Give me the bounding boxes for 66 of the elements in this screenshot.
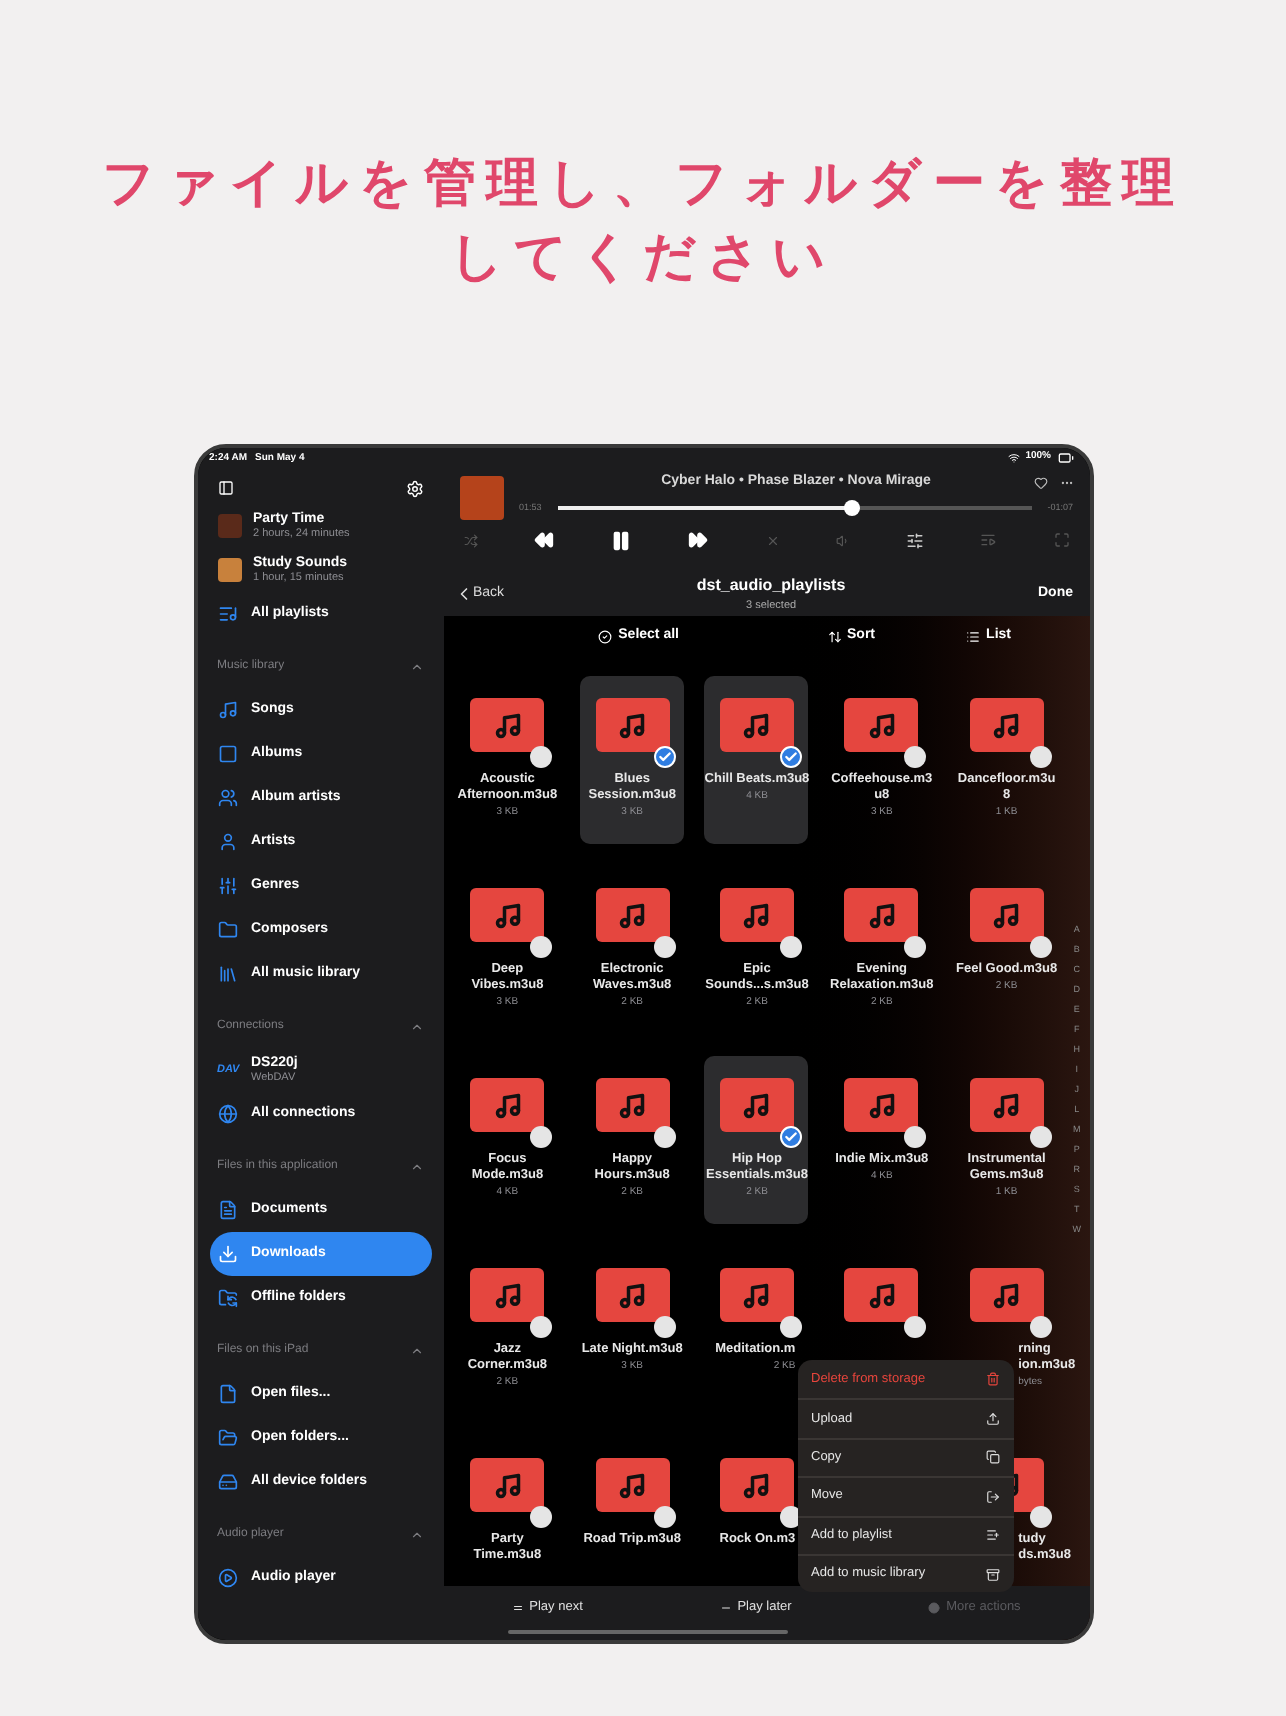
people-icon — [217, 788, 237, 808]
playlist-file-icon[interactable] — [969, 1268, 1044, 1322]
playlist-file-icon[interactable] — [595, 888, 670, 942]
file-icon — [217, 1384, 237, 1404]
sync-folder-icon — [217, 1288, 237, 1308]
playlist-file-icon[interactable] — [595, 1268, 670, 1322]
folder-icon — [217, 920, 237, 940]
library-icon — [217, 964, 237, 984]
playlist-cover — [217, 514, 241, 538]
battery-icon — [1057, 450, 1073, 466]
line-icon — [719, 1601, 732, 1614]
playlist-file-icon[interactable] — [719, 1268, 794, 1322]
headline: ファイルを管理し、フォルダーを整理 — [101, 152, 1185, 218]
rewind-icon[interactable] — [533, 530, 554, 550]
upload-icon — [985, 1412, 999, 1427]
globe-icon — [217, 1104, 237, 1124]
check-circle-icon — [598, 629, 613, 643]
wifi-icon — [1007, 452, 1020, 464]
person-icon — [217, 832, 237, 852]
playlist-file-icon[interactable] — [470, 1268, 545, 1322]
archive-icon — [985, 1567, 999, 1582]
playlist-file-icon[interactable] — [595, 1078, 670, 1132]
fast-forward-icon[interactable] — [688, 530, 709, 550]
play-circle-icon — [217, 1568, 237, 1588]
trash-icon — [985, 1372, 999, 1387]
playlist-file-icon[interactable] — [719, 888, 794, 942]
playlist-file-icon[interactable] — [470, 698, 545, 752]
playlist-file-icon[interactable] — [595, 698, 670, 752]
sort-icon — [827, 629, 841, 643]
list-icon — [966, 629, 981, 643]
move-icon — [985, 1489, 999, 1504]
album-art — [459, 476, 503, 520]
settings-icon[interactable] — [405, 479, 423, 497]
heart-icon[interactable] — [1033, 475, 1047, 489]
folder-icon — [217, 1428, 237, 1448]
playlist-file-icon[interactable] — [719, 1458, 794, 1512]
circle-icon — [928, 1601, 941, 1614]
progress-thumb[interactable] — [843, 500, 860, 516]
playlist-file-icon[interactable] — [844, 1078, 919, 1132]
folder-title: dst_audio_playlists — [696, 573, 846, 598]
playlist-file-icon[interactable] — [595, 1458, 670, 1512]
note-icon — [217, 700, 237, 720]
playlist-file-icon[interactable] — [719, 698, 794, 752]
playlist-file-icon[interactable] — [844, 698, 919, 752]
playlist-file-icon[interactable] — [470, 1458, 545, 1512]
playlist-file-icon[interactable] — [969, 888, 1044, 942]
playlist-cover — [217, 558, 241, 582]
headline: してください — [449, 226, 837, 292]
equalizer-icon[interactable] — [906, 531, 924, 549]
sliders-icon — [217, 876, 237, 896]
playlist-file-icon[interactable] — [844, 888, 919, 942]
playlist-file-icon[interactable] — [470, 888, 545, 942]
pause-icon[interactable] — [610, 529, 632, 551]
sidebar-toggle-icon[interactable] — [217, 480, 233, 496]
drive-icon — [217, 1472, 237, 1492]
playlist-file-icon[interactable] — [969, 698, 1044, 752]
download-icon — [217, 1244, 237, 1264]
playlist-file-icon[interactable] — [470, 1078, 545, 1132]
playlist-file-icon[interactable] — [969, 1078, 1044, 1132]
playlist-icon — [217, 604, 237, 624]
copy-icon — [985, 1450, 999, 1465]
lines-icon — [511, 1601, 524, 1614]
playlist-file-icon[interactable] — [844, 1268, 919, 1322]
album-icon — [217, 744, 237, 764]
list-plus-icon — [985, 1528, 999, 1543]
document-icon — [217, 1200, 237, 1220]
